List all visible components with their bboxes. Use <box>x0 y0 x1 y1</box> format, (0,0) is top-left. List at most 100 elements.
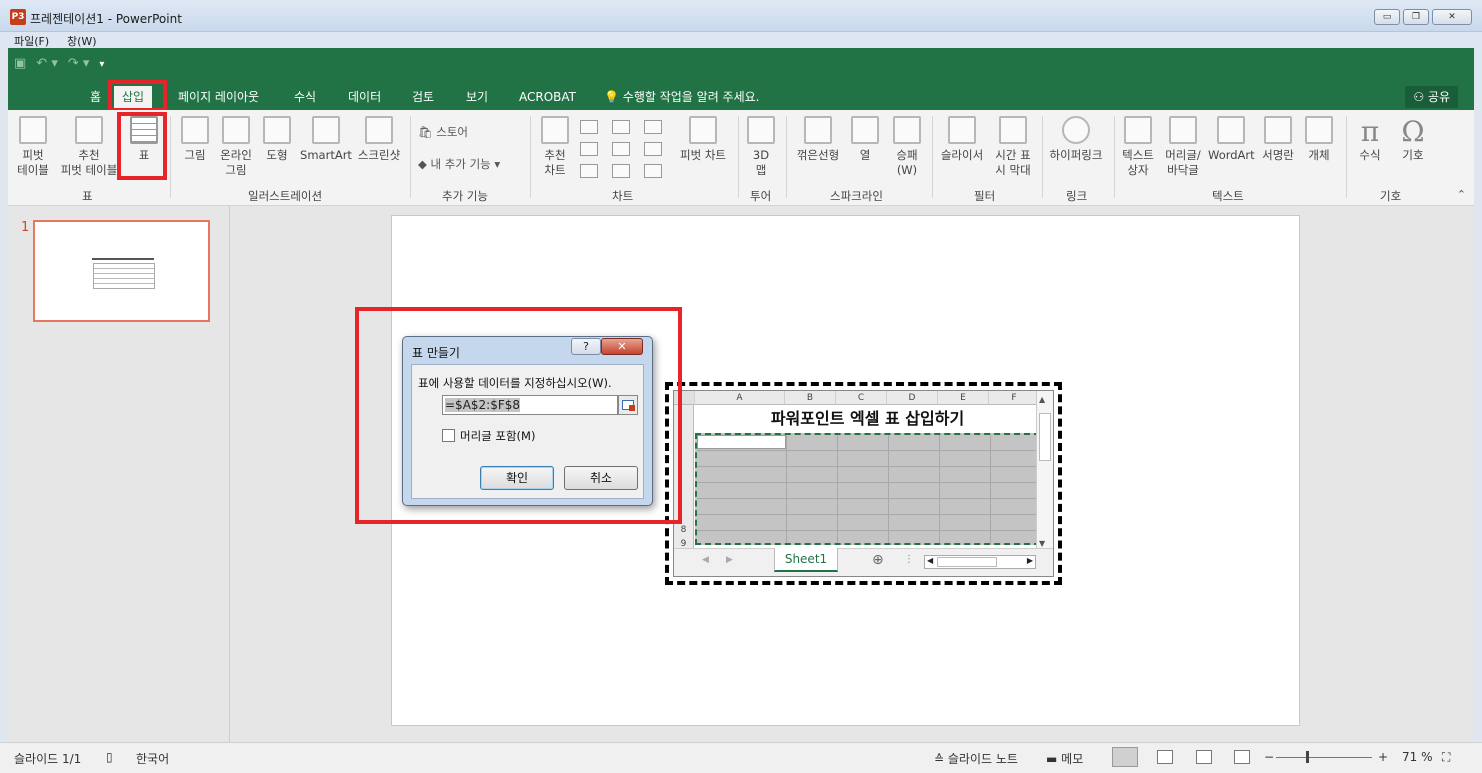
sparkline-line-button[interactable]: 꺾은선형 <box>794 116 842 163</box>
slicer-button[interactable]: 슬라이서 <box>938 116 986 163</box>
smartart-button[interactable]: SmartArt <box>300 116 352 163</box>
undo-icon[interactable]: ↶ ▾ <box>36 56 58 71</box>
hierarchy-chart-icon[interactable] <box>580 142 598 156</box>
picture-button[interactable]: 그림 <box>180 116 210 163</box>
collapse-ribbon-icon[interactable]: ⌃ <box>1457 188 1466 201</box>
slideshow-icon[interactable] <box>1234 750 1250 764</box>
store-label: 스토어 <box>436 125 469 139</box>
separator <box>530 116 531 198</box>
save-icon[interactable]: ▣ <box>14 56 26 71</box>
close-window-button[interactable]: ✕ <box>1432 9 1472 25</box>
wordart-button[interactable]: WordArt <box>1208 116 1255 163</box>
recommended-pivot-button[interactable]: 추천 피벗 테이블 <box>54 116 124 178</box>
object-button[interactable]: 개체 <box>1304 116 1334 163</box>
store-button[interactable]: 🛍 스토어 <box>418 124 468 140</box>
tell-me-box[interactable]: 💡 수행할 작업을 알려 주세요. <box>596 86 767 110</box>
symbol-button[interactable]: Ω 기호 <box>1396 116 1430 163</box>
column-header-d[interactable]: D <box>887 391 938 405</box>
add-sheet-icon[interactable]: ⊕ <box>872 552 884 568</box>
column-header-b[interactable]: B <box>785 391 836 405</box>
column-chart-icon[interactable] <box>580 120 598 134</box>
textbox-button[interactable]: 텍스트 상자 <box>1120 116 1156 178</box>
tab-scroll-left-icon[interactable]: ◀ <box>702 555 709 565</box>
grid-line <box>837 435 838 543</box>
pie-chart-icon[interactable] <box>580 164 598 178</box>
sparkline-column-button[interactable]: 열 <box>850 116 880 163</box>
sheet-title-cell[interactable]: 파워포인트 엑셀 표 삽입하기 <box>695 405 1040 433</box>
tab-home[interactable]: 홈 <box>82 86 109 110</box>
3d-map-button[interactable]: 3D 맵 <box>746 116 776 178</box>
screenshot-button[interactable]: 스크린샷 <box>354 116 404 163</box>
slide-thumbnail[interactable] <box>33 220 210 322</box>
share-button[interactable]: ⚇ 공유 <box>1405 86 1458 108</box>
equation-button[interactable]: π 수식 <box>1352 116 1388 163</box>
scroll-up-icon[interactable]: ▲ <box>1039 395 1045 404</box>
zoom-level[interactable]: 71 % <box>1402 750 1433 764</box>
scroll-down-icon[interactable]: ▼ <box>1039 539 1045 548</box>
column-header-f[interactable]: F <box>989 391 1040 405</box>
timeline-button[interactable]: 시간 표 시 막대 <box>992 116 1034 178</box>
radar-chart-icon[interactable] <box>644 164 662 178</box>
row-header-8[interactable]: 8 <box>674 523 694 537</box>
tab-review[interactable]: 검토 <box>404 86 442 110</box>
split-handle-icon[interactable]: ⋮ <box>904 554 914 565</box>
menu-file[interactable]: 파일(F) <box>14 33 49 49</box>
combo-chart-icon[interactable] <box>644 142 662 156</box>
signature-line-button[interactable]: 서명란 <box>1258 116 1298 163</box>
comments-button[interactable]: ▬ 메모 <box>1046 750 1083 767</box>
hscroll-right-icon[interactable]: ▶ <box>1027 556 1033 565</box>
active-cell[interactable] <box>697 435 786 449</box>
slide-sorter-icon[interactable] <box>1157 750 1173 764</box>
bar-chart-icon[interactable] <box>612 120 630 134</box>
hscroll-left-icon[interactable]: ◀ <box>927 556 933 565</box>
zoom-slider-thumb[interactable] <box>1306 751 1309 763</box>
pivot-chart-button[interactable]: 피벗 차트 <box>676 116 730 163</box>
comments-label: 메모 <box>1061 752 1084 766</box>
tab-data[interactable]: 데이터 <box>340 86 389 110</box>
line-chart-icon[interactable] <box>644 120 662 134</box>
recommended-chart-button[interactable]: 추천 차트 <box>538 116 572 178</box>
my-addins-button[interactable]: ◆ 내 추가 기능 ▾ <box>418 156 500 172</box>
sparkline-winloss-button[interactable]: 승패 (W) <box>892 116 922 178</box>
menu-window[interactable]: 창(W) <box>67 33 97 49</box>
hyperlink-button[interactable]: 하이퍼링크 <box>1046 116 1106 163</box>
tab-page-layout[interactable]: 페이지 레이아웃 <box>170 86 267 110</box>
online-picture-button[interactable]: 온라인 그림 <box>218 116 254 178</box>
tab-scroll-right-icon[interactable]: ▶ <box>726 555 733 565</box>
scroll-thumb[interactable] <box>1039 413 1051 461</box>
scatter-chart-icon[interactable] <box>612 164 630 178</box>
hscroll-thumb[interactable] <box>937 557 997 567</box>
vertical-scrollbar[interactable]: ▲ ▼ <box>1036 391 1053 551</box>
restore-button[interactable]: ❐ <box>1403 9 1429 25</box>
embedded-excel-object[interactable]: A B C D E F 8 9 파워포인트 엑셀 표 삽입하기 ▲ ▼ ◀ ▶ … <box>665 382 1062 585</box>
powerpoint-app-icon[interactable]: P3 <box>10 9 26 25</box>
sheet-tab-sheet1[interactable]: Sheet1 <box>774 548 838 572</box>
reading-view-icon[interactable] <box>1196 750 1212 764</box>
customize-qat-icon[interactable]: ▾ <box>99 59 104 71</box>
language-status[interactable]: 한국어 <box>136 750 169 767</box>
shapes-button[interactable]: 도형 <box>262 116 292 163</box>
notes-icon: ≙ <box>934 752 945 766</box>
redo-icon[interactable]: ↷ ▾ <box>68 56 90 71</box>
tab-acrobat[interactable]: ACROBAT <box>511 86 584 110</box>
statistic-chart-icon[interactable] <box>612 142 630 156</box>
pivot-table-button[interactable]: 피벗 테이블 <box>14 116 52 178</box>
minimize-button[interactable]: ▭ <box>1374 9 1400 25</box>
window-title: 프레젠테이션1 - PowerPoint <box>30 12 182 26</box>
fit-to-window-icon[interactable]: ⛶ <box>1442 750 1450 765</box>
header-footer-button[interactable]: 머리글/ 바닥글 <box>1162 116 1204 178</box>
column-header-e[interactable]: E <box>938 391 989 405</box>
zoom-out-button[interactable]: − <box>1264 750 1274 764</box>
tab-view[interactable]: 보기 <box>458 86 496 110</box>
normal-view-button[interactable] <box>1112 747 1138 767</box>
selected-data-range[interactable] <box>695 433 1040 545</box>
horizontal-scrollbar[interactable]: ◀ ▶ <box>924 555 1036 569</box>
tab-formulas[interactable]: 수식 <box>286 86 324 110</box>
column-header-c[interactable]: C <box>836 391 887 405</box>
accessibility-icon[interactable]: ▯ <box>106 750 113 764</box>
zoom-slider[interactable] <box>1276 757 1372 758</box>
shapes-icon <box>263 116 291 144</box>
notes-button[interactable]: ≙ 슬라이드 노트 <box>934 750 1018 767</box>
column-header-a[interactable]: A <box>695 391 785 405</box>
zoom-in-button[interactable]: + <box>1378 750 1388 764</box>
